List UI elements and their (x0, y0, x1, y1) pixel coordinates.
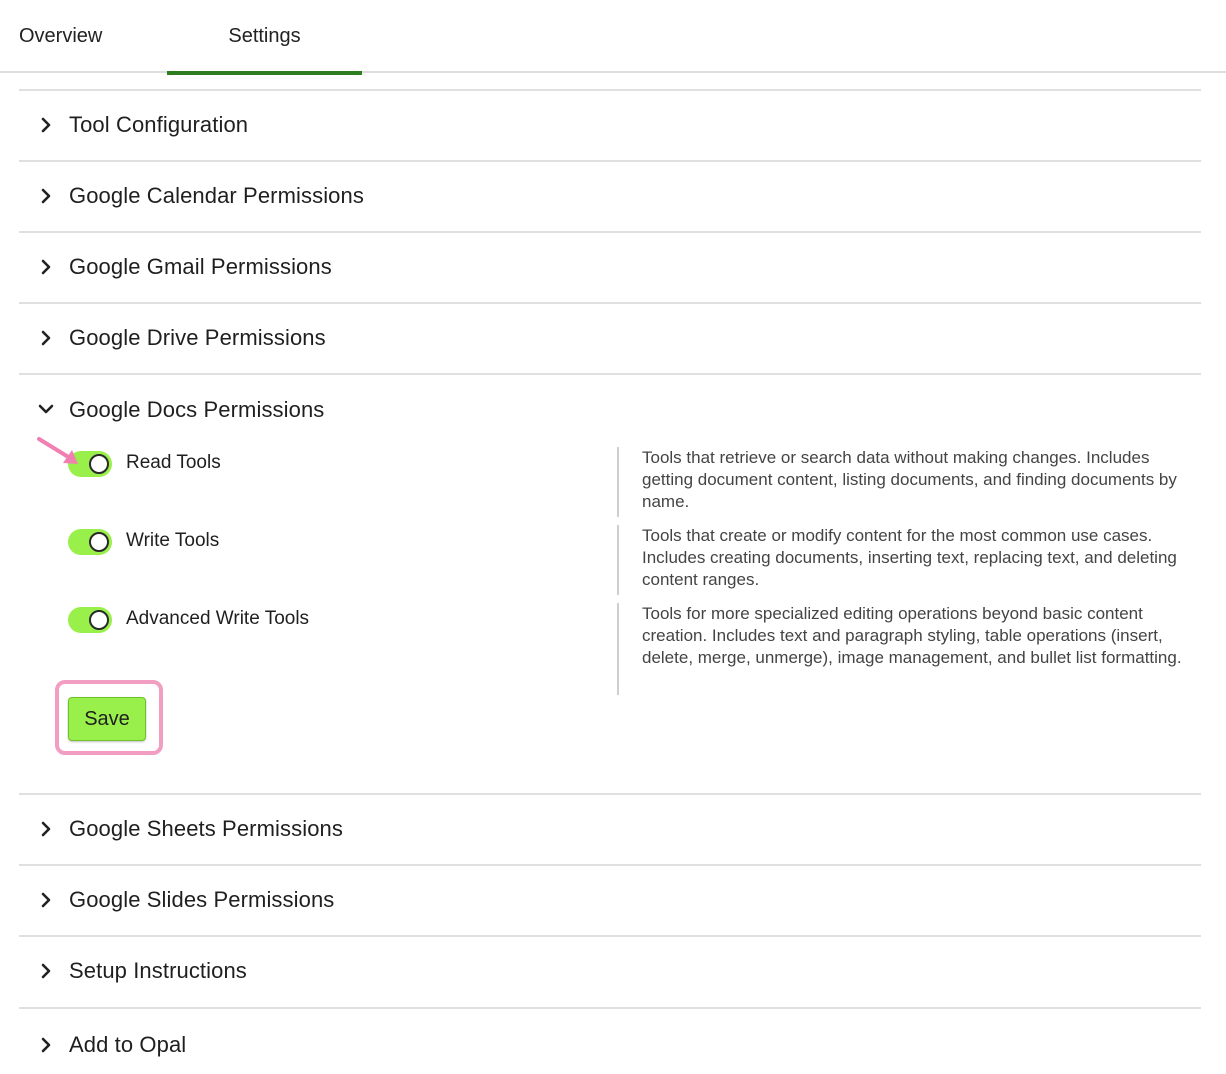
save-button[interactable]: Save (68, 697, 146, 741)
pink-arrow-icon (37, 437, 78, 464)
advanced-write-tools-toggle[interactable] (68, 607, 112, 633)
toggle-knob (89, 454, 109, 474)
section-title: Google Calendar Permissions (69, 183, 364, 208)
read-tools-description: Tools that retrieve or search data witho… (617, 447, 1187, 517)
section-title: Google Gmail Permissions (69, 254, 332, 279)
chevron-right-icon (36, 819, 56, 839)
section-add-to-opal[interactable]: Add to Opal (19, 1009, 1201, 1074)
chevron-right-icon (36, 186, 56, 206)
section-tool-configuration[interactable]: Tool Configuration (19, 91, 1201, 161)
chevron-down-icon (36, 399, 56, 419)
chevron-right-icon (36, 961, 56, 981)
chevron-right-icon (36, 328, 56, 348)
toggle-knob (89, 532, 109, 552)
chevron-right-icon (36, 115, 56, 135)
toggle-knob (89, 610, 109, 630)
chevron-right-icon (36, 1035, 56, 1055)
section-setup-instructions[interactable]: Setup Instructions (19, 937, 1201, 1007)
chevron-right-icon (36, 257, 56, 277)
advanced-write-tools-description: Tools for more specialized editing opera… (617, 603, 1187, 695)
section-title: Google Slides Permissions (69, 887, 335, 912)
section-title: Google Sheets Permissions (69, 816, 343, 841)
write-tools-description: Tools that create or modify content for … (617, 525, 1187, 595)
section-google-sheets-permissions[interactable]: Google Sheets Permissions (19, 795, 1201, 865)
section-title: Tool Configuration (69, 112, 249, 137)
section-title: Setup Instructions (69, 958, 247, 983)
advanced-write-tools-label: Advanced Write Tools (126, 608, 310, 629)
section-google-calendar-permissions[interactable]: Google Calendar Permissions (19, 162, 1201, 232)
read-tools-label: Read Tools (126, 452, 221, 473)
section-title: Add to Opal (69, 1032, 187, 1057)
section-google-drive-permissions[interactable]: Google Drive Permissions (19, 304, 1201, 374)
section-google-gmail-permissions[interactable]: Google Gmail Permissions (19, 233, 1201, 303)
section-google-slides-permissions[interactable]: Google Slides Permissions (19, 866, 1201, 936)
write-tools-label: Write Tools (126, 530, 220, 551)
chevron-right-icon (36, 890, 56, 910)
section-title: Google Docs Permissions (69, 397, 325, 422)
section-title: Google Drive Permissions (69, 325, 326, 350)
section-google-docs-permissions[interactable]: Google Docs Permissions (19, 375, 1201, 445)
write-tools-toggle[interactable] (68, 529, 112, 555)
